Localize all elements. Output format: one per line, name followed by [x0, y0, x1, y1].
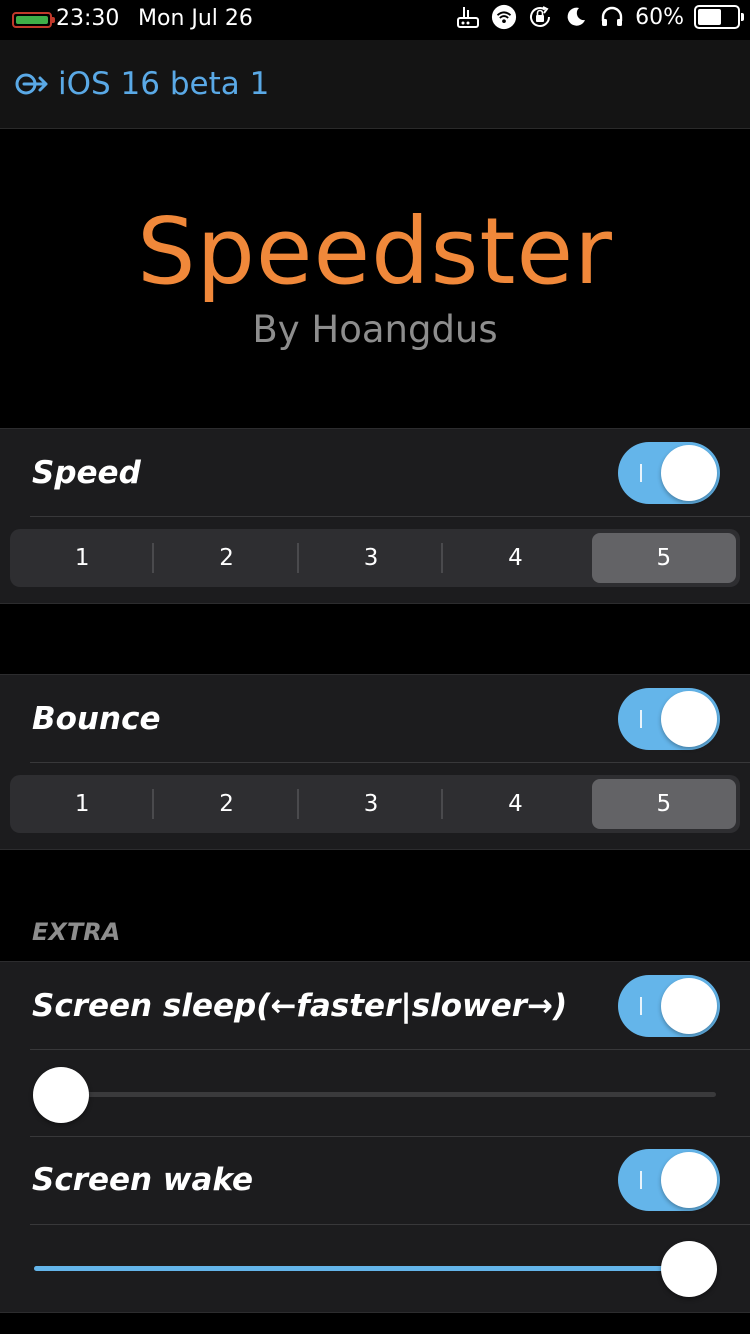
bounce-segment-1[interactable]: 1: [10, 775, 155, 833]
bounce-label: Bounce: [32, 700, 161, 737]
screen-sleep-label: Screen sleep(←faster|slower→): [32, 987, 568, 1024]
speed-segment-5[interactable]: 5: [591, 533, 737, 583]
back-link-icon: [15, 73, 48, 95]
status-icons: 60%: [455, 4, 744, 30]
speed-segment-1[interactable]: 1: [10, 529, 155, 587]
screen-wake-toggle[interactable]: [618, 1148, 720, 1211]
headphones-icon: [599, 4, 625, 30]
speed-segment-3[interactable]: 3: [299, 529, 444, 587]
rotation-lock-icon: [527, 4, 553, 30]
extra-section-header: EXTRA: [32, 918, 121, 946]
router-icon: [455, 4, 481, 30]
screen-wake-slider-thumb[interactable]: [661, 1241, 717, 1297]
bounce-segment-2[interactable]: 2: [154, 775, 300, 833]
screen-wake-slider-track[interactable]: [34, 1266, 716, 1271]
screen-sleep-toggle[interactable]: [618, 974, 720, 1037]
speed-segment-2[interactable]: 2: [154, 529, 300, 587]
battery-left-icon: [12, 12, 55, 28]
bounce-segment-3[interactable]: 3: [299, 775, 444, 833]
back-button-label: iOS 16 beta 1: [58, 66, 270, 102]
back-button[interactable]: iOS 16 beta 1: [14, 66, 269, 102]
battery-percent: 60%: [635, 4, 684, 30]
extra-group: Screen sleep(←faster|slower→) Screen wak…: [0, 961, 750, 1313]
app-header: Speedster By Hoangdus: [0, 130, 750, 428]
screen-wake-row: Screen wake: [0, 1136, 750, 1223]
screen-sleep-slider-thumb[interactable]: [33, 1067, 89, 1123]
status-time: 23:30: [56, 6, 120, 31]
bounce-segmented-control: 1 2 3 4 5: [10, 775, 740, 833]
bounce-toggle[interactable]: [618, 687, 720, 750]
app-title: Speedster: [137, 198, 613, 305]
wifi-icon: [491, 4, 517, 30]
screen-wake-slider: [0, 1223, 750, 1310]
speed-row: Speed: [0, 429, 750, 516]
speed-label: Speed: [32, 454, 141, 491]
speed-segmented-control: 1 2 3 4 5: [10, 529, 740, 587]
battery-icon: [694, 5, 744, 29]
moon-icon: [563, 4, 589, 30]
bounce-group: Bounce 1 2 3 4 5: [0, 674, 750, 850]
app-subtitle: By Hoangdus: [252, 308, 498, 351]
bounce-segment-5[interactable]: 5: [591, 779, 737, 829]
speed-group: Speed 1 2 3 4 5: [0, 428, 750, 604]
bounce-segment-4[interactable]: 4: [443, 775, 587, 833]
screen-sleep-slider: [0, 1049, 750, 1136]
speed-segment-4[interactable]: 4: [443, 529, 587, 587]
navigation-bar: iOS 16 beta 1: [0, 40, 750, 129]
status-bar: 23:30 Mon Jul 26 60%: [0, 0, 750, 40]
screen-sleep-slider-track[interactable]: [34, 1092, 716, 1097]
status-date: Mon Jul 26: [138, 6, 253, 31]
screen-wake-label: Screen wake: [32, 1161, 253, 1198]
speed-toggle[interactable]: [618, 441, 720, 504]
screen-sleep-row: Screen sleep(←faster|slower→): [0, 962, 750, 1049]
bounce-row: Bounce: [0, 675, 750, 762]
